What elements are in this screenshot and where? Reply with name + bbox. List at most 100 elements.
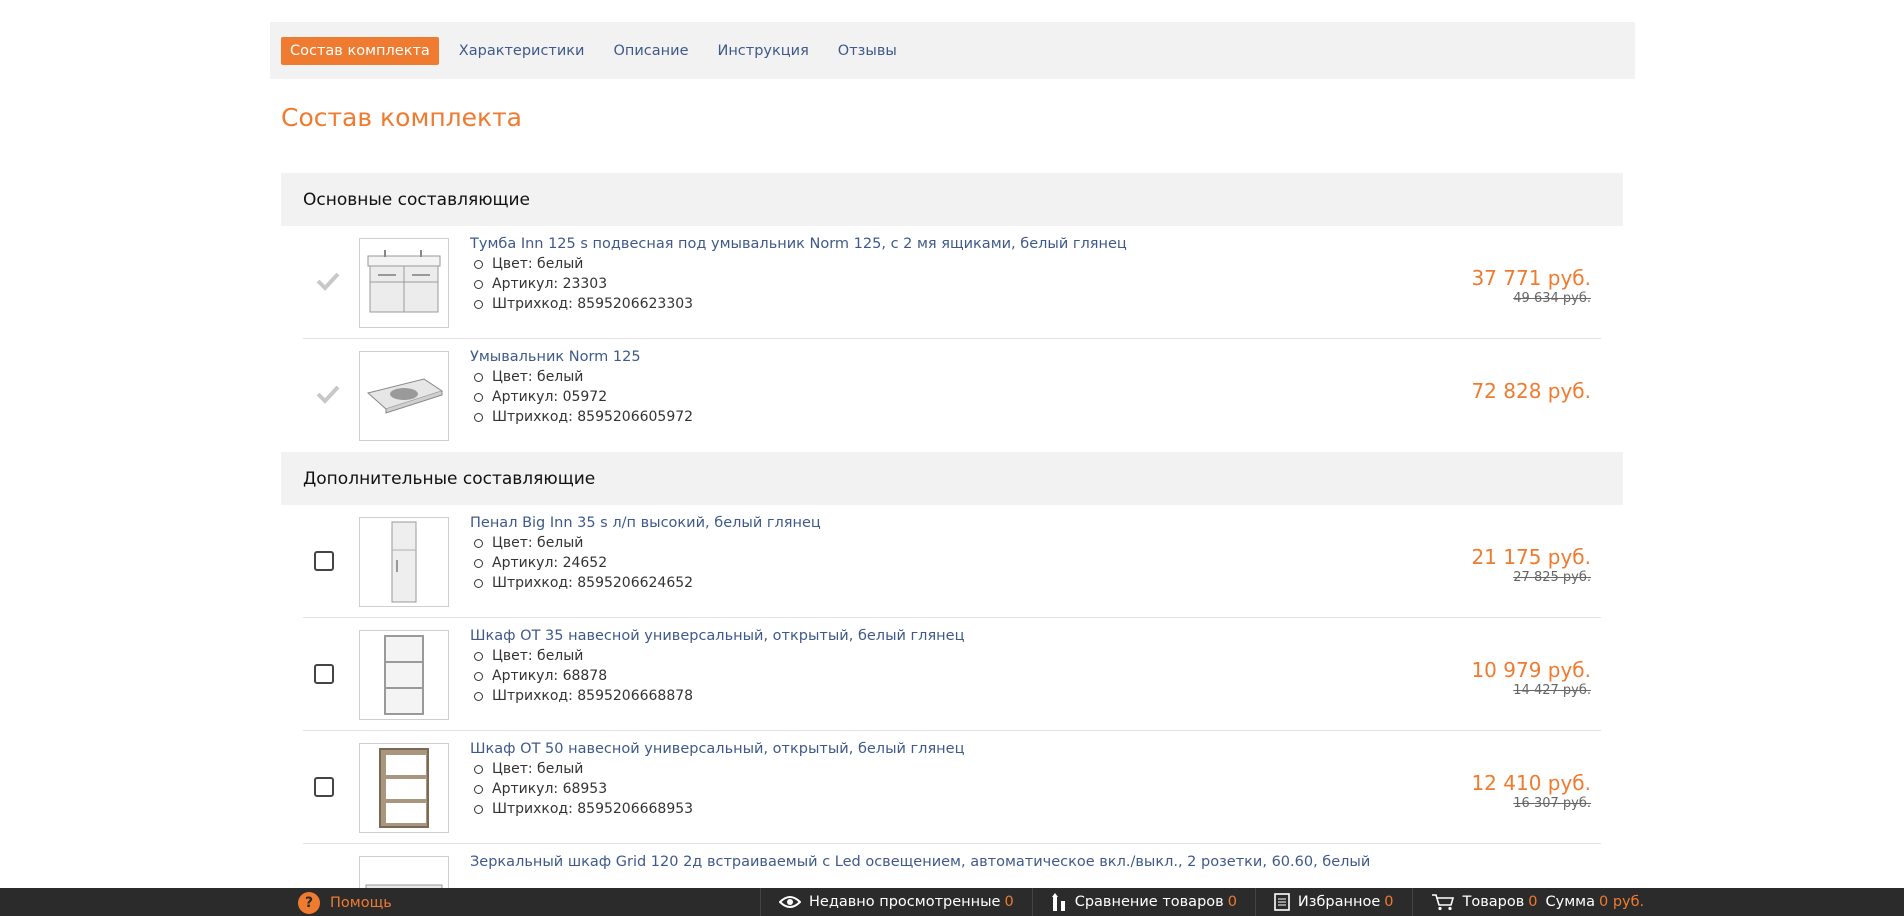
- tab-reviews[interactable]: Отзывы: [829, 37, 906, 65]
- product-tabs: Состав комплекта Характеристики Описание…: [270, 22, 1635, 79]
- favorites-label: Избранное: [1297, 894, 1381, 910]
- eye-icon: [779, 895, 801, 909]
- price-current: 72 828 руб.: [1471, 379, 1591, 403]
- product-props: Цвет: белый Артикул: 24652 Штрихкод: 859…: [470, 533, 821, 593]
- prop-sku: Артикул: 05972: [470, 387, 693, 407]
- help-label: Помощь: [330, 895, 392, 911]
- price-current: 10 979 руб.: [1471, 658, 1591, 682]
- favorites-list-icon: [1274, 893, 1290, 911]
- price-block: 72 828 руб.: [1471, 379, 1591, 403]
- prop-sku: Артикул: 68953: [470, 779, 964, 799]
- product-name-link[interactable]: Шкаф OT 50 навесной универсальный, откры…: [470, 741, 964, 757]
- prop-barcode: Штрихкод: 8595206668878: [470, 686, 964, 706]
- product-image[interactable]: [359, 630, 449, 720]
- washbasin-icon: [366, 378, 444, 414]
- product-image[interactable]: [359, 517, 449, 607]
- cart-sum-value: 0 руб.: [1598, 894, 1645, 910]
- favorites-button[interactable]: Избранное 0: [1254, 888, 1412, 916]
- group-extra-title: Дополнительные составляющие: [281, 452, 1623, 505]
- select-checkbox[interactable]: [314, 664, 334, 684]
- compare-icon: [1051, 893, 1067, 911]
- check-icon: [316, 385, 340, 404]
- price-old: 14 427 руб.: [1513, 683, 1591, 698]
- prop-color: Цвет: белый: [470, 759, 964, 779]
- list-item: Пенал Big Inn 35 s л/п высокий, белый гл…: [303, 505, 1601, 618]
- compare-count: 0: [1227, 894, 1237, 910]
- list-item: Шкаф OT 35 навесной универсальный, откры…: [303, 618, 1601, 731]
- prop-sku: Артикул: 23303: [470, 274, 1127, 294]
- prop-color: Цвет: белый: [470, 367, 693, 387]
- prop-barcode: Штрихкод: 8595206668953: [470, 799, 964, 819]
- tab-instruction[interactable]: Инструкция: [708, 37, 817, 65]
- cart-icon: [1431, 893, 1455, 911]
- product-name-link[interactable]: Пенал Big Inn 35 s л/п высокий, белый гл…: [470, 515, 821, 531]
- cabinet-double-sink-icon: [367, 250, 441, 313]
- compare-button[interactable]: Сравнение товаров 0: [1031, 888, 1255, 916]
- product-info: Зеркальный шкаф Grid 120 2д встраиваемый…: [470, 854, 1370, 870]
- price-current: 21 175 руб.: [1471, 545, 1591, 569]
- prop-color: Цвет: белый: [470, 254, 1127, 274]
- price-current: 37 771 руб.: [1471, 266, 1591, 290]
- prop-color: Цвет: белый: [470, 533, 821, 553]
- price-block: 21 175 руб. 27 825 руб.: [1471, 545, 1591, 585]
- tall-cabinet-icon: [391, 521, 417, 603]
- open-shelf-wood-icon: [379, 748, 429, 828]
- group-main-title: Основные составляющие: [281, 173, 1623, 226]
- price-block: 37 771 руб. 49 634 руб.: [1471, 266, 1591, 306]
- list-item: Шкаф OT 50 навесной универсальный, откры…: [303, 731, 1601, 844]
- product-info: Шкаф OT 50 навесной универсальный, откры…: [470, 741, 964, 819]
- product-info: Пенал Big Inn 35 s л/п высокий, белый гл…: [470, 515, 821, 593]
- cart-items-label: Товаров: [1462, 894, 1525, 910]
- prop-barcode: Штрихкод: 8595206624652: [470, 573, 821, 593]
- recently-viewed-button[interactable]: Недавно просмотренные 0: [760, 888, 1032, 916]
- prop-sku: Артикул: 24652: [470, 553, 821, 573]
- favorites-count: 0: [1384, 894, 1394, 910]
- price-current: 12 410 руб.: [1471, 771, 1591, 795]
- product-props: Цвет: белый Артикул: 05972 Штрихкод: 859…: [470, 367, 693, 427]
- prop-sku: Артикул: 68878: [470, 666, 964, 686]
- product-name-link[interactable]: Умывальник Norm 125: [470, 349, 693, 365]
- recent-count: 0: [1004, 894, 1014, 910]
- product-props: Цвет: белый Артикул: 23303 Штрихкод: 859…: [470, 254, 1127, 314]
- product-info: Тумба Inn 125 s подвесная под умывальник…: [470, 236, 1127, 314]
- product-image[interactable]: [359, 351, 449, 441]
- price-old: 16 307 руб.: [1513, 796, 1591, 811]
- product-page: Состав комплекта Характеристики Описание…: [270, 22, 1635, 132]
- tab-kit-composition[interactable]: Состав комплекта: [281, 36, 439, 65]
- prop-barcode: Штрихкод: 8595206605972: [470, 407, 693, 427]
- tab-characteristics[interactable]: Характеристики: [450, 37, 594, 65]
- compare-label: Сравнение товаров: [1074, 894, 1224, 910]
- product-name-link[interactable]: Тумба Inn 125 s подвесная под умывальник…: [470, 236, 1127, 252]
- open-shelf-white-icon: [384, 635, 424, 715]
- kit-set: Основные составляющие Тумба Inn 125 s по…: [281, 173, 1623, 916]
- product-info: Умывальник Norm 125 Цвет: белый Артикул:…: [470, 349, 693, 427]
- price-old: 27 825 руб.: [1513, 570, 1591, 585]
- product-props: Цвет: белый Артикул: 68878 Штрихкод: 859…: [470, 646, 964, 706]
- product-image[interactable]: [359, 743, 449, 833]
- list-item: Умывальник Norm 125 Цвет: белый Артикул:…: [303, 339, 1601, 452]
- select-checkbox[interactable]: [314, 777, 334, 797]
- cart-sum-label: Сумма: [1545, 894, 1595, 910]
- product-name-link[interactable]: Зеркальный шкаф Grid 120 2д встраиваемый…: [470, 854, 1370, 870]
- product-props: Цвет: белый Артикул: 68953 Штрихкод: 859…: [470, 759, 964, 819]
- prop-barcode: Штрихкод: 8595206623303: [470, 294, 1127, 314]
- recent-label: Недавно просмотренные: [809, 894, 1001, 910]
- prop-color: Цвет: белый: [470, 646, 964, 666]
- help-icon: ?: [298, 892, 320, 914]
- section-title: Состав комплекта: [281, 103, 523, 132]
- footer-actions: Недавно просмотренные 0 Сравнение товаро…: [760, 888, 1662, 916]
- footer-bar: ? Помощь Недавно просмотренные 0 Сравнен…: [0, 888, 1904, 916]
- cart-items-count: 0: [1528, 894, 1538, 910]
- price-block: 12 410 руб. 16 307 руб.: [1471, 771, 1591, 811]
- cart-button[interactable]: Товаров 0 Сумма 0 руб.: [1411, 888, 1663, 916]
- list-item: Тумба Inn 125 s подвесная под умывальник…: [303, 226, 1601, 339]
- tab-description[interactable]: Описание: [604, 37, 697, 65]
- product-image[interactable]: [359, 238, 449, 328]
- product-name-link[interactable]: Шкаф OT 35 навесной универсальный, откры…: [470, 628, 964, 644]
- price-old: 49 634 руб.: [1513, 291, 1591, 306]
- product-info: Шкаф OT 35 навесной универсальный, откры…: [470, 628, 964, 706]
- price-block: 10 979 руб. 14 427 руб.: [1471, 658, 1591, 698]
- help-link[interactable]: ? Помощь: [298, 892, 392, 914]
- select-checkbox[interactable]: [314, 551, 334, 571]
- check-icon: [316, 272, 340, 291]
